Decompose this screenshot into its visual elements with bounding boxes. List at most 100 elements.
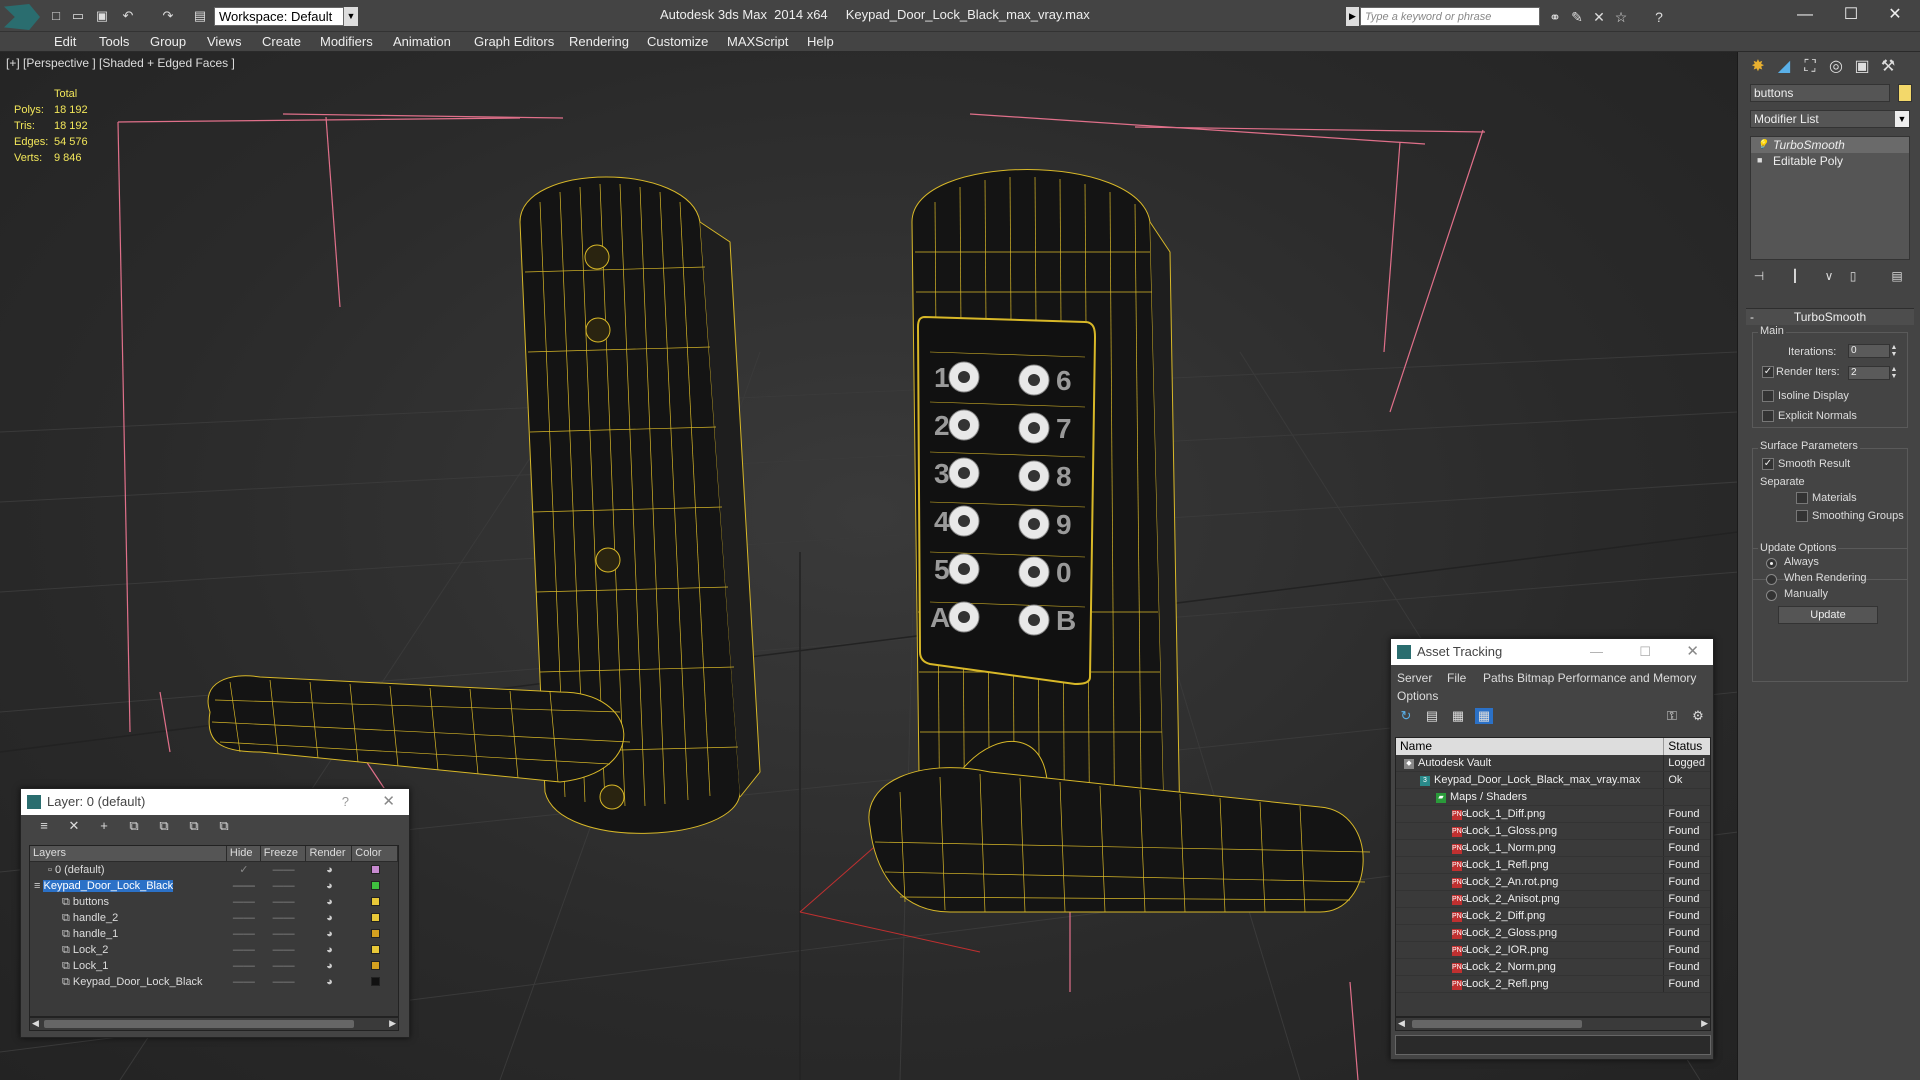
create-layer-icon[interactable]: ≡ — [35, 818, 53, 834]
layer-row[interactable]: ⧉ handle_1 —— —— ◕ — [30, 926, 398, 942]
vault-connect-icon[interactable]: ⚿ — [1663, 708, 1681, 724]
lightbulb-icon[interactable]: 💡 — [1757, 140, 1768, 149]
smoothing-groups-checkbox[interactable] — [1796, 510, 1808, 522]
layer-name-cell[interactable]: ⧉ handle_2 — [30, 910, 227, 926]
asset-menu-file[interactable]: File — [1447, 671, 1466, 685]
asset-menu-server[interactable]: Server — [1397, 671, 1432, 685]
new-file-icon[interactable]: □ — [48, 8, 64, 24]
asset-window-titlebar[interactable]: Asset Tracking — ☐ ✕ — [1391, 639, 1713, 665]
show-end-result-icon[interactable]: ┃ — [1786, 268, 1804, 284]
render-teapot-icon[interactable]: ◕ — [307, 926, 353, 942]
column-freeze[interactable]: Freeze — [261, 846, 307, 861]
add-to-layer-icon[interactable]: + — [95, 818, 113, 834]
layer-row[interactable]: ▫ 0 (default) ✓ —— —— ◕ — [30, 862, 398, 892]
render-teapot-icon[interactable]: ◕ — [307, 942, 353, 958]
stack-item-turbosmooth[interactable]: 💡 TurboSmooth — [1751, 137, 1909, 153]
minimize-icon[interactable]: — — [1790, 4, 1820, 26]
asset-row[interactable]: PNG Lock_2_Diff.png Found — [1396, 908, 1710, 925]
hide-toggle[interactable]: —— — [227, 926, 261, 942]
layer-row[interactable]: ⧉ Keypad_Door_Lock_Black —— —— ◕ — [30, 974, 398, 990]
utilities-tab-icon[interactable]: ⚒ — [1876, 56, 1900, 78]
save-file-icon[interactable]: ▣ — [94, 8, 110, 24]
asset-row[interactable]: 3 Keypad_Door_Lock_Black_max_vray.max Ok — [1396, 772, 1710, 789]
redo-icon[interactable]: ↷ — [160, 8, 176, 24]
layer-name-cell[interactable]: ⧉ Lock_2 — [30, 942, 227, 958]
menu-views[interactable]: Views — [207, 34, 241, 49]
search-input[interactable]: Type a keyword or phrase — [1360, 7, 1540, 26]
asset-row[interactable]: PNG Lock_1_Diff.png Found — [1396, 806, 1710, 823]
make-unique-icon[interactable]: ∨ — [1820, 268, 1838, 284]
open-file-icon[interactable]: ▭ — [70, 8, 86, 24]
when-rendering-radio[interactable] — [1766, 574, 1777, 585]
scroll-left-icon[interactable]: ◀ — [32, 1018, 39, 1029]
search-expand-icon[interactable]: ▶ — [1346, 7, 1359, 26]
color-cell[interactable] — [352, 862, 398, 878]
configure-sets-icon[interactable]: ▤ — [1888, 268, 1906, 284]
scrollbar-thumb[interactable] — [1412, 1020, 1582, 1028]
freeze-toggle[interactable]: —— — [261, 910, 307, 926]
asset-menu-bitmap-performance[interactable]: Bitmap Performance and Memory — [1517, 671, 1696, 685]
undo-icon[interactable]: ↶ — [120, 8, 136, 24]
column-color[interactable]: Color — [352, 846, 398, 861]
iterations-spinner[interactable]: 0 — [1848, 344, 1890, 358]
favorites-star-icon[interactable]: ☆ — [1612, 8, 1630, 26]
layer-name-cell[interactable]: ⧉ handle_1 — [30, 926, 227, 942]
hide-toggle[interactable]: —— — [227, 910, 261, 926]
project-folder-icon[interactable]: ▤ — [192, 8, 208, 24]
asset-row[interactable]: PNG Lock_1_Refl.png Found — [1396, 857, 1710, 874]
layer-row[interactable]: ≡ Keypad_Door_Lock_Black —— —— ◕ — [30, 878, 398, 894]
communication-icon[interactable]: ✕ — [1590, 8, 1608, 26]
close-icon[interactable]: ✕ — [1880, 4, 1910, 26]
freeze-toggle[interactable]: —— — [261, 926, 307, 942]
help-icon[interactable]: ? — [1650, 8, 1668, 26]
close-icon[interactable]: ✕ — [382, 789, 395, 815]
layer-color-swatch[interactable] — [370, 881, 380, 890]
select-in-layer-icon[interactable]: ⧉ — [125, 818, 143, 834]
asset-row[interactable]: PNG Lock_1_Norm.png Found — [1396, 840, 1710, 857]
hide-toggle[interactable]: —— — [227, 958, 261, 974]
object-name-field[interactable]: buttons — [1750, 84, 1890, 102]
color-cell[interactable] — [352, 958, 398, 974]
list-view-icon[interactable]: ▤ — [1423, 708, 1441, 724]
materials-checkbox[interactable] — [1796, 492, 1808, 504]
layer-name-cell[interactable]: ≡ Keypad_Door_Lock_Black — [30, 878, 227, 894]
asset-menu-paths[interactable]: Paths — [1483, 671, 1514, 685]
menu-customize[interactable]: Customize — [647, 34, 708, 49]
hierarchy-tab-icon[interactable]: ⛶ — [1798, 56, 1822, 78]
freeze-toggle[interactable]: —— — [261, 894, 307, 910]
scroll-right-icon[interactable]: ▶ — [1701, 1018, 1708, 1029]
modify-tab-icon[interactable]: ◢ — [1772, 56, 1796, 78]
scroll-left-icon[interactable]: ◀ — [1398, 1018, 1405, 1029]
layer-color-swatch[interactable] — [370, 913, 380, 922]
asset-path-field[interactable] — [1395, 1035, 1711, 1055]
asset-row[interactable]: ◆ Autodesk Vault Logged — [1396, 755, 1710, 772]
chevron-down-icon[interactable]: ▼ — [1895, 111, 1909, 127]
layer-row[interactable]: ⧉ Lock_2 —— —— ◕ — [30, 942, 398, 958]
freeze-toggle[interactable]: —— — [261, 958, 307, 974]
layer-horizontal-scrollbar[interactable]: ◀ ▶ — [29, 1017, 399, 1031]
layer-row[interactable]: ⧉ buttons —— —— ◕ — [30, 894, 398, 910]
layer-color-swatch[interactable] — [370, 897, 380, 906]
spinner-arrows-icon[interactable]: ▲ ▼ — [1890, 344, 1898, 358]
spinner-arrows-icon[interactable]: ▲ ▼ — [1890, 366, 1898, 380]
scrollbar-thumb[interactable] — [44, 1020, 354, 1028]
stack-item-editable-poly[interactable]: ■ Editable Poly — [1751, 153, 1909, 169]
hide-toggle[interactable]: —— — [227, 974, 261, 990]
layer-row[interactable]: ⧉ Lock_1 —— —— ◕ — [30, 958, 398, 974]
asset-row[interactable]: PNG Lock_2_Anisot.png Found — [1396, 891, 1710, 908]
object-color-swatch[interactable] — [1898, 84, 1912, 102]
modifier-list-dropdown[interactable]: Modifier List ▼ — [1750, 110, 1910, 128]
render-teapot-icon[interactable]: ◕ — [307, 958, 353, 974]
color-cell[interactable] — [352, 894, 398, 910]
asset-row[interactable]: PNG Lock_2_Norm.png Found — [1396, 959, 1710, 976]
layer-row[interactable]: ⧉ handle_2 —— —— ◕ — [30, 910, 398, 926]
asset-horizontal-scrollbar[interactable]: ◀ ▶ — [1395, 1017, 1711, 1031]
freeze-toggle[interactable]: —— — [261, 878, 307, 894]
remove-modifier-icon[interactable]: ▯ — [1844, 268, 1862, 284]
smooth-result-checkbox[interactable]: ✓ — [1762, 458, 1774, 470]
help-icon[interactable]: ? — [342, 789, 349, 815]
render-teapot-icon[interactable]: ◕ — [307, 894, 353, 910]
color-cell[interactable] — [352, 942, 398, 958]
help-icon[interactable]: ⚙ — [1689, 708, 1707, 724]
asset-row[interactable]: ▰ Maps / Shaders — [1396, 789, 1710, 806]
